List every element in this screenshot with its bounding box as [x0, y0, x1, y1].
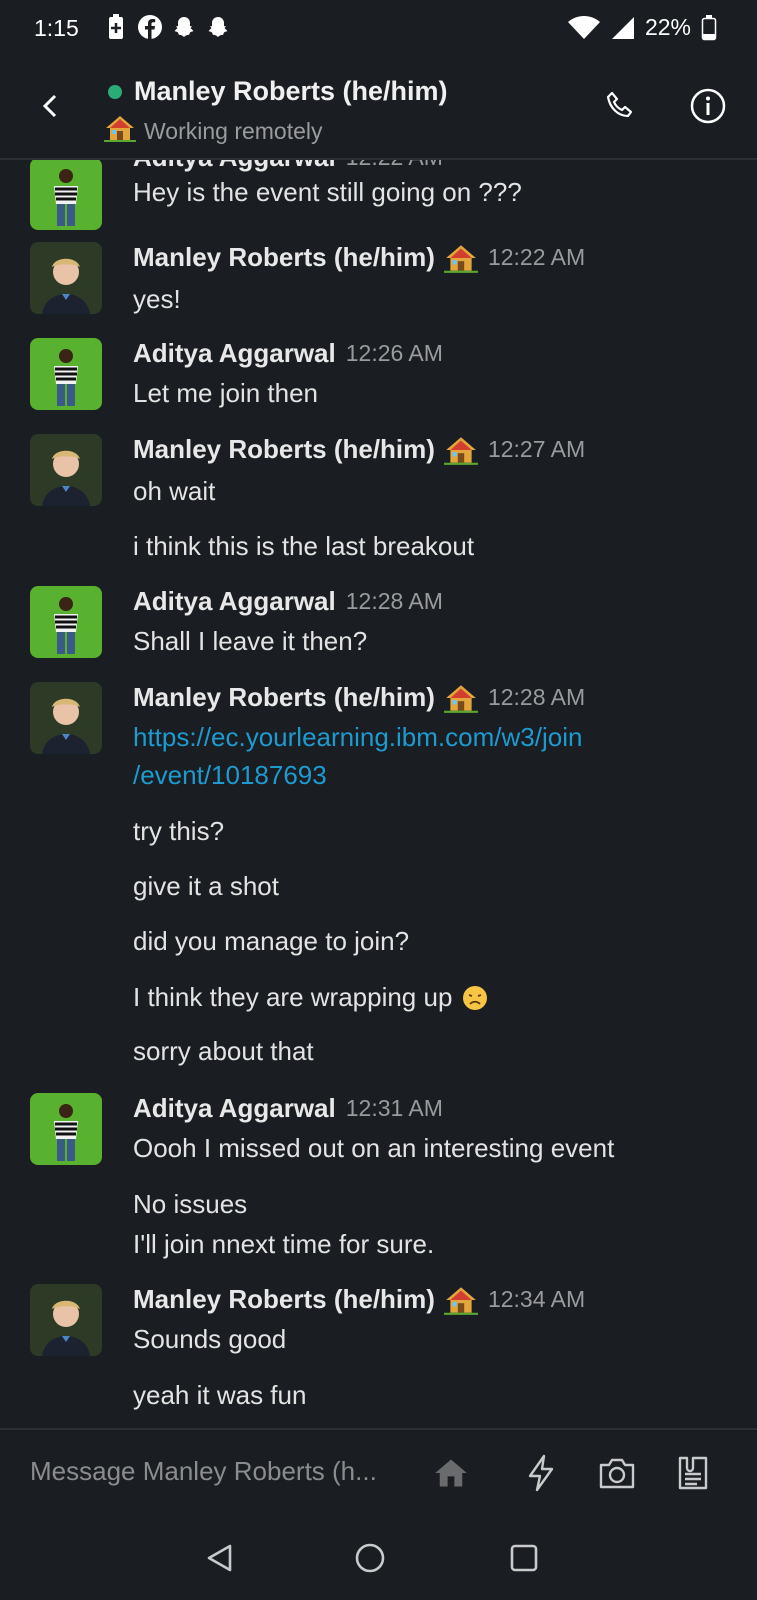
wifi-icon — [567, 15, 601, 41]
avatar[interactable] — [30, 586, 102, 658]
message-text: give it a shot — [133, 871, 279, 901]
message-text: Hey is the event still going on ??? — [133, 177, 522, 207]
house-emoji-icon — [104, 114, 136, 148]
lightning-icon — [528, 1454, 554, 1492]
battery-icon — [701, 14, 717, 41]
house-emoji-icon — [443, 435, 478, 465]
message-text-row: I think they are wrapping up — [133, 982, 488, 1013]
message-timestamp: 12:28 AM — [487, 684, 586, 710]
message-timestamp: 12:31 AM — [345, 1095, 443, 1121]
house-emoji-icon — [443, 1285, 478, 1315]
shortcuts-button[interactable] — [518, 1450, 564, 1496]
message-timestamp: 12:34 AM — [487, 1286, 586, 1312]
attach-button[interactable] — [670, 1450, 716, 1496]
disappointed-face-icon — [462, 985, 488, 1011]
signal-icon — [611, 15, 635, 41]
sender-name[interactable]: Aditya Aggarwal — [133, 338, 336, 369]
message-text: Oooh I missed out on an interesting even… — [133, 1133, 615, 1163]
info-icon — [690, 88, 726, 124]
message-composer: Message Manley Roberts (h... — [0, 1428, 757, 1518]
sender-name[interactable]: Aditya Aggarwal — [133, 586, 336, 617]
avatar[interactable] — [30, 682, 102, 754]
avatar[interactable] — [30, 160, 102, 230]
message-text: did you manage to join? — [133, 926, 410, 956]
sender-name[interactable]: Manley Roberts (he/him) — [133, 682, 435, 713]
avatar[interactable] — [30, 338, 102, 410]
notification-icons — [104, 14, 230, 40]
status-time: 1:15 — [34, 15, 79, 41]
status-bar: 1:15 22% — [0, 0, 757, 58]
user-status: Working remotely — [104, 114, 323, 148]
message-text: sorry about that — [133, 1036, 314, 1066]
triangle-back-icon — [207, 1544, 232, 1572]
message-input[interactable]: Message Manley Roberts (h... — [30, 1456, 377, 1487]
nav-home-button[interactable] — [346, 1534, 394, 1582]
system-navigation-bar — [0, 1516, 757, 1600]
user-status-text: Working remotely — [144, 117, 323, 144]
message-timestamp: 12:22 AM — [346, 160, 443, 171]
sender-name[interactable]: Manley Roberts (he/him) — [133, 434, 435, 465]
sender-name[interactable]: Manley Roberts (he/him) — [133, 242, 435, 273]
call-button[interactable] — [600, 86, 640, 126]
house-icon — [435, 1459, 467, 1487]
avatar[interactable] — [30, 434, 102, 506]
snapchat-icon — [206, 14, 230, 40]
message-timestamp: 12:22 AM — [487, 244, 586, 270]
message-link[interactable]: /event/10187693 — [133, 760, 327, 791]
sender-name[interactable]: Aditya Aggarwal — [133, 1093, 336, 1124]
message-text: Let me join then — [133, 378, 319, 408]
message-text: oh wait — [133, 476, 216, 506]
square-recents-icon — [510, 1544, 538, 1572]
circle-home-icon — [355, 1543, 385, 1573]
message-text: Sounds good — [133, 1324, 287, 1354]
file-list-icon — [678, 1456, 708, 1490]
battery-saver-icon — [104, 14, 128, 40]
message-text: yes! — [133, 284, 181, 314]
camera-button[interactable] — [594, 1450, 640, 1496]
chevron-left-icon — [42, 94, 57, 118]
avatar[interactable] — [30, 242, 102, 314]
message-text: Shall I leave it then? — [133, 626, 368, 656]
snapchat-icon — [172, 14, 196, 40]
system-icons: 22% — [567, 14, 717, 41]
info-button[interactable] — [688, 86, 728, 126]
back-button[interactable] — [32, 88, 68, 124]
message-text: i think this is the last breakout — [133, 531, 475, 561]
message-link[interactable]: https://ec.yourlearning.ibm.com/w3/join — [133, 722, 582, 753]
nav-recents-button[interactable] — [500, 1534, 548, 1582]
message-timestamp: 12:26 AM — [345, 340, 443, 366]
message-text: yeah it was fun — [133, 1380, 307, 1410]
message-text: No issues — [133, 1189, 248, 1219]
message-text: I'll join nnext time for sure. — [133, 1229, 435, 1259]
presence-indicator — [108, 85, 122, 99]
message-text: I think they are wrapping up — [133, 982, 453, 1012]
facebook-icon — [138, 14, 162, 40]
message-timestamp: 12:27 AM — [487, 436, 586, 462]
avatar[interactable] — [30, 1093, 102, 1165]
avatar[interactable] — [30, 1284, 102, 1356]
phone-icon — [606, 91, 633, 118]
conversation-header: Manley Roberts (he/him) Working remotely — [0, 58, 757, 160]
message-list[interactable]: Aditya Aggarwal 12:22 AM Hey is the even… — [0, 160, 757, 1428]
battery-percent: 22% — [644, 14, 691, 40]
sender-name[interactable]: Aditya Aggarwal — [133, 160, 336, 173]
house-emoji-icon — [443, 243, 478, 273]
status-emoji-button[interactable] — [428, 1450, 474, 1496]
message-timestamp: 12:28 AM — [345, 588, 443, 614]
sender-name[interactable]: Manley Roberts (he/him) — [133, 1284, 435, 1315]
nav-back-button[interactable] — [196, 1534, 244, 1582]
message-text: try this? — [133, 816, 225, 846]
camera-icon — [599, 1458, 635, 1489]
conversation-title[interactable]: Manley Roberts (he/him) — [134, 76, 448, 107]
house-emoji-icon — [443, 683, 478, 713]
